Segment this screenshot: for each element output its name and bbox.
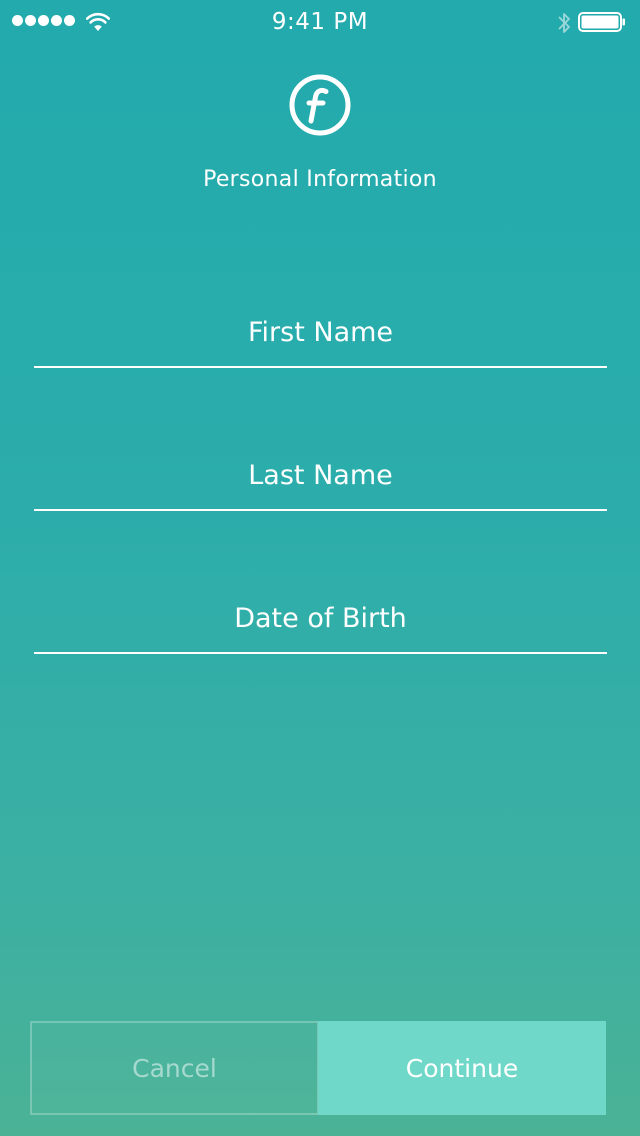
continue-button[interactable]: Continue	[318, 1021, 606, 1115]
first-name-field	[34, 298, 607, 368]
first-name-input[interactable]	[34, 298, 607, 366]
status-time: 9:41 PM	[271, 9, 369, 35]
status-bar: 9:41 PM	[0, 0, 640, 44]
battery-icon	[578, 12, 625, 32]
last-name-input[interactable]	[34, 441, 607, 509]
date-of-birth-field	[34, 584, 607, 654]
cancel-button[interactable]: Cancel	[30, 1021, 319, 1115]
last-name-field	[34, 441, 607, 511]
page-title: Personal Information	[203, 167, 437, 192]
date-of-birth-input[interactable]	[34, 584, 607, 652]
f-circle-logo-icon	[289, 74, 351, 136]
bluetooth-icon	[558, 13, 570, 33]
